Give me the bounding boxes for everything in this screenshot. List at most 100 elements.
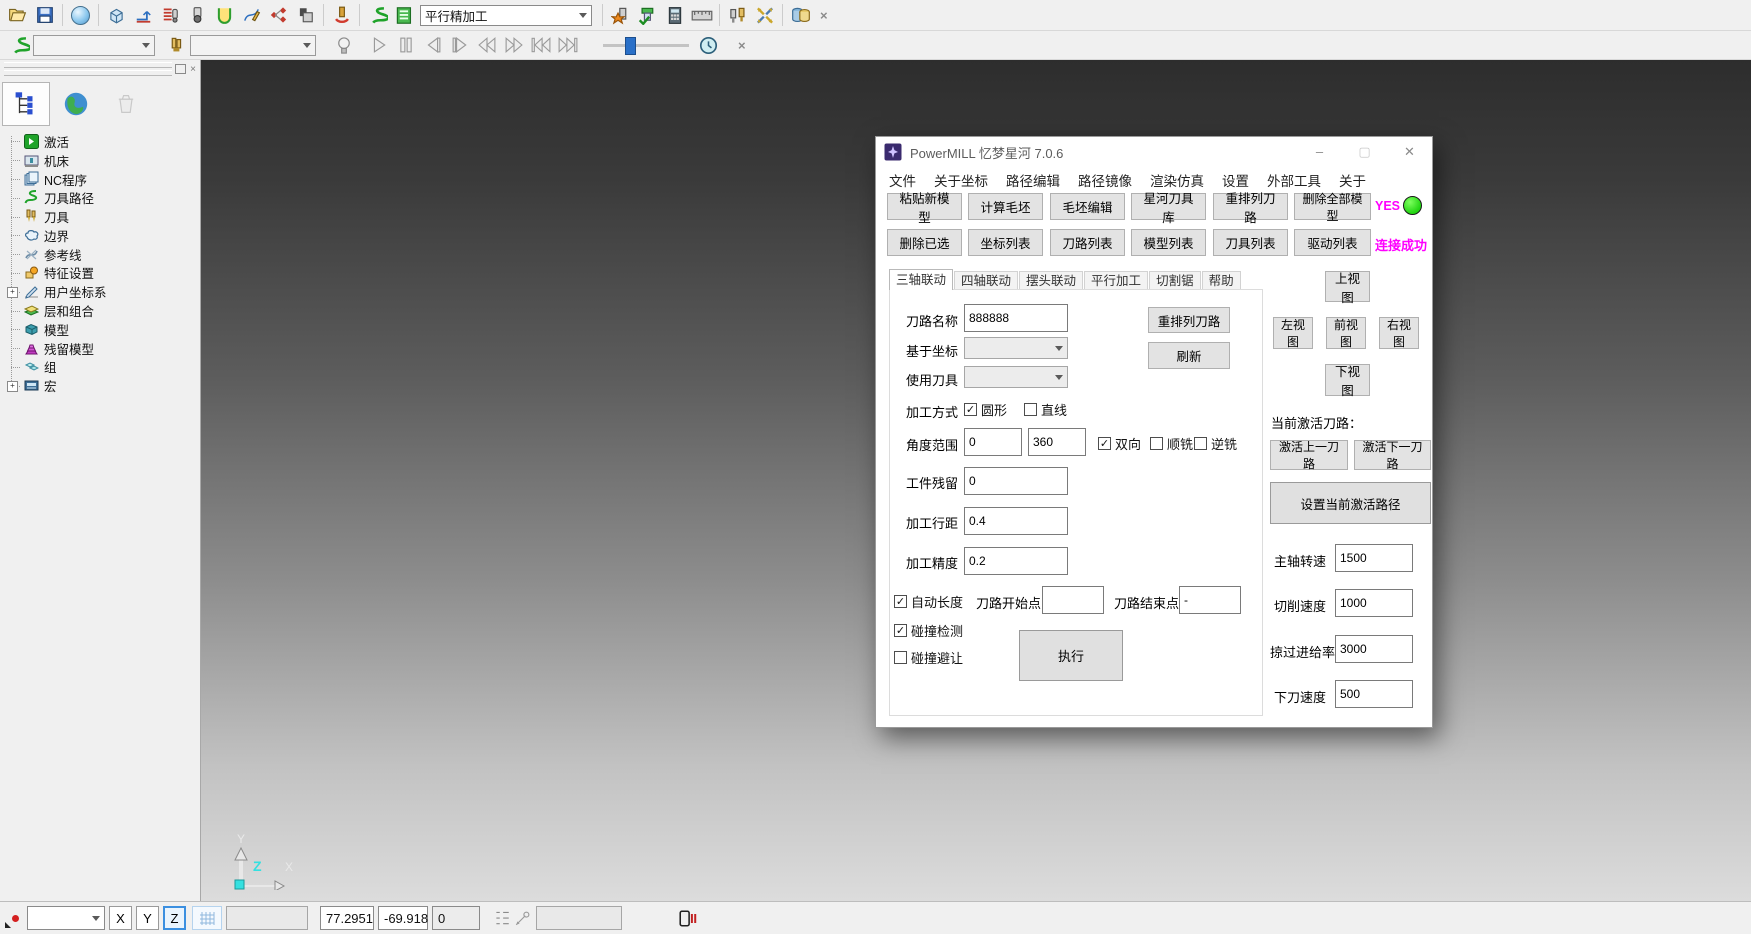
explorer-tree-tab[interactable]	[2, 82, 50, 126]
collision-avoid-checkbox[interactable]: 碰撞避让	[894, 648, 963, 667]
menu-path-mirror[interactable]: 路径镜像	[1069, 170, 1141, 190]
checkbox-icon[interactable]	[1150, 437, 1163, 450]
tree-item-toolpaths[interactable]: 刀具路径	[0, 188, 200, 207]
auto-length-checkbox[interactable]: 自动长度	[894, 592, 963, 611]
workplane-select[interactable]	[27, 906, 105, 930]
grid-toggle-button[interactable]	[192, 906, 222, 930]
checkbox-icon[interactable]	[894, 595, 907, 608]
tool-verify-icon[interactable]	[634, 3, 661, 28]
tree-item-tools[interactable]: 刀具	[0, 207, 200, 226]
delete-selected-button[interactable]: 删除已选	[887, 229, 962, 256]
refresh-button[interactable]: 刷新	[1148, 342, 1230, 369]
stepover-input[interactable]	[964, 507, 1068, 535]
execute-button[interactable]: 执行	[1019, 630, 1123, 681]
rearrange-toolpaths-button[interactable]: 重排列刀路	[1148, 307, 1230, 333]
toolpath-name-input[interactable]	[964, 304, 1068, 332]
menu-path-edit[interactable]: 路径编辑	[997, 170, 1069, 190]
pause-icon[interactable]	[392, 33, 419, 58]
checkbox-icon[interactable]	[894, 651, 907, 664]
tree-item-machine-tool[interactable]: 机床	[0, 151, 200, 170]
compare-cylinders-icon[interactable]	[787, 3, 814, 28]
nc-program-list-icon[interactable]	[157, 3, 184, 28]
toolpath-icon[interactable]	[364, 3, 391, 28]
collision-check-icon[interactable]	[211, 3, 238, 28]
expand-icon[interactable]: +	[7, 287, 18, 298]
compute-stock-button[interactable]: 计算毛坯	[968, 193, 1043, 220]
step-forward-icon[interactable]	[446, 33, 473, 58]
fast-forward-icon[interactable]	[500, 33, 527, 58]
save-icon[interactable]	[31, 3, 58, 28]
tree-item-stock-models[interactable]: 残留模型	[0, 339, 200, 358]
panel-grip[interactable]	[4, 62, 172, 68]
spindle-speed-input[interactable]	[1335, 544, 1413, 572]
use-tool-select[interactable]	[964, 366, 1068, 388]
bidirectional-checkbox[interactable]: 双向	[1098, 434, 1141, 453]
go-to-end-icon[interactable]	[554, 33, 581, 58]
view-left-button[interactable]: 左视图	[1273, 317, 1313, 349]
slider-handle[interactable]	[625, 37, 636, 55]
grid-size-field[interactable]	[226, 906, 308, 930]
conventional-checkbox[interactable]: 逆铣	[1194, 434, 1237, 453]
strategy-list-icon[interactable]	[391, 3, 418, 28]
tab-4axis[interactable]: 四轴联动	[954, 271, 1018, 290]
clock-icon[interactable]	[695, 33, 722, 58]
menu-file[interactable]: 文件	[880, 170, 925, 190]
tree-item-feature-sets[interactable]: 特征设置	[0, 264, 200, 283]
menu-external-tools[interactable]: 外部工具	[1258, 170, 1330, 190]
menu-render-sim[interactable]: 渲染仿真	[1141, 170, 1213, 190]
create-block-icon[interactable]	[103, 3, 130, 28]
tree-item-workplanes[interactable]: + 用户坐标系	[0, 282, 200, 301]
view-front-button[interactable]: 前视图	[1326, 317, 1366, 349]
tree-item-nc-programs[interactable]: NC程序	[0, 170, 200, 189]
tool-list-button[interactable]: 刀具列表	[1213, 229, 1288, 256]
toolpath-list-button[interactable]: 刀路列表	[1050, 229, 1125, 256]
sim-tool-select[interactable]	[190, 35, 316, 56]
pattern-points-icon[interactable]	[265, 3, 292, 28]
web-tab[interactable]	[52, 82, 100, 126]
circle-checkbox[interactable]: 圆形	[964, 400, 1007, 419]
base-coordinate-select[interactable]	[964, 337, 1068, 359]
activate-next-toolpath-button[interactable]: 激活下一刀路	[1354, 440, 1431, 470]
speed-slider[interactable]	[603, 36, 689, 54]
recycle-bin-tab[interactable]	[102, 82, 150, 126]
checkbox-icon[interactable]	[894, 624, 907, 637]
view-top-button[interactable]: 上视图	[1325, 271, 1370, 302]
dialog-titlebar[interactable]: PowerMILL 忆梦星河 7.0.6 – ▢ ✕	[876, 137, 1432, 167]
stock-edit-button[interactable]: 毛坯编辑	[1050, 193, 1125, 220]
tab-parallel[interactable]: 平行加工	[1084, 271, 1148, 290]
line-checkbox[interactable]: 直线	[1024, 400, 1067, 419]
menu-settings[interactable]: 设置	[1213, 170, 1258, 190]
maximize-button[interactable]: ▢	[1342, 137, 1387, 166]
angle-to-input[interactable]	[1028, 428, 1086, 456]
measure-icon[interactable]	[688, 3, 715, 28]
clipboard-pause-icon[interactable]	[678, 906, 698, 930]
leads-and-links-icon[interactable]	[130, 3, 157, 28]
play-icon[interactable]	[365, 33, 392, 58]
tool-library-button[interactable]: 星河刀具库	[1131, 193, 1206, 220]
float-panel-icon[interactable]	[175, 64, 186, 74]
tree-item-macros[interactable]: + 宏	[0, 376, 200, 395]
tree-item-patterns[interactable]: 参考线	[0, 245, 200, 264]
position-field[interactable]	[536, 906, 622, 930]
checkbox-icon[interactable]	[1098, 437, 1111, 450]
tolerance-input[interactable]	[964, 547, 1068, 575]
climb-checkbox[interactable]: 顺铣	[1150, 434, 1193, 453]
delete-all-models-button[interactable]: 删除全部模型	[1294, 193, 1371, 220]
menu-coordinates[interactable]: 关于坐标	[925, 170, 997, 190]
tab-help[interactable]: 帮助	[1202, 271, 1241, 290]
minimize-button[interactable]: –	[1297, 137, 1342, 166]
locate-point-icon[interactable]	[514, 906, 532, 930]
sim-toolpath-select[interactable]	[33, 35, 155, 56]
model-list-button[interactable]: 模型列表	[1131, 229, 1206, 256]
plunge-feed-input[interactable]	[1335, 680, 1413, 708]
checkbox-icon[interactable]	[1194, 437, 1207, 450]
stock-allowance-input[interactable]	[964, 467, 1068, 495]
tree-item-activate[interactable]: 激活	[0, 132, 200, 151]
tab-3axis[interactable]: 三轴联动	[889, 269, 953, 290]
view-bottom-button[interactable]: 下视图	[1325, 364, 1370, 396]
checkbox-icon[interactable]	[1024, 403, 1037, 416]
close-toolbar-icon[interactable]: ×	[814, 8, 834, 23]
end-point-input[interactable]	[1179, 586, 1241, 614]
panel-grip[interactable]	[4, 70, 172, 76]
tool-pair-icon[interactable]	[724, 3, 751, 28]
